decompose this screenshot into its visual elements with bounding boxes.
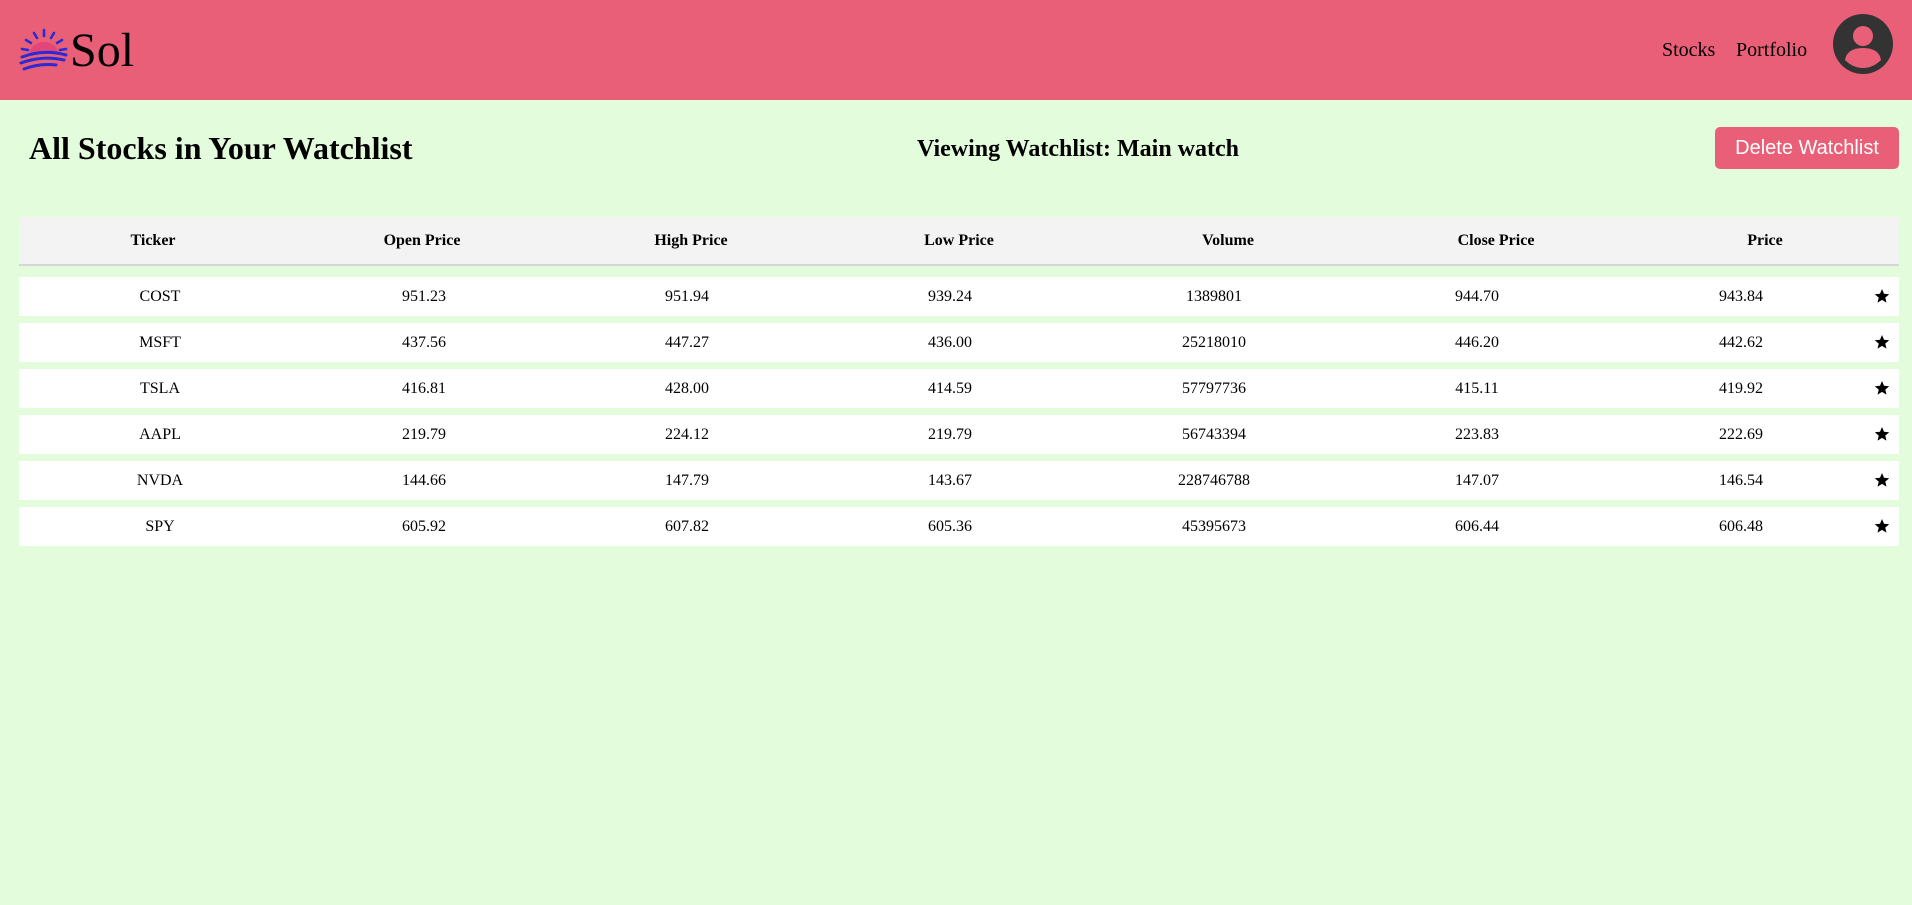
cell-close-price: 147.07 (1455, 472, 1499, 489)
column-header-low-price[interactable]: Low Price (924, 217, 994, 264)
cell-high-price: 607.82 (665, 518, 709, 535)
cell-price: 146.54 (1719, 472, 1763, 489)
table-row[interactable]: AAPL 219.79 224.12 219.79 56743394 223.8… (19, 415, 1899, 454)
star-icon[interactable] (1874, 334, 1890, 350)
app-name: Sol (70, 24, 135, 77)
cell-high-price: 428.00 (665, 380, 709, 397)
delete-watchlist-button[interactable]: Delete Watchlist (1715, 127, 1899, 169)
cell-ticker: NVDA (136, 472, 184, 489)
table-row[interactable]: MSFT 437.56 447.27 436.00 25218010 446.2… (19, 323, 1899, 362)
table-header-row: Ticker Open Price High Price Low Price V… (19, 217, 1899, 266)
nav-link-stocks[interactable]: Stocks (1662, 38, 1715, 62)
cell-volume: 56743394 (1182, 426, 1246, 443)
cell-low-price: 436.00 (928, 334, 972, 351)
cell-open-price: 605.92 (402, 518, 446, 535)
watchlist-table: Ticker Open Price High Price Low Price V… (19, 217, 1899, 546)
cell-volume: 1389801 (1186, 288, 1242, 305)
column-header-open-price[interactable]: Open Price (384, 217, 461, 264)
cell-low-price: 605.36 (928, 518, 972, 535)
cell-price: 419.92 (1719, 380, 1763, 397)
column-header-price[interactable]: Price (1747, 217, 1783, 264)
column-header-close-price[interactable]: Close Price (1458, 217, 1535, 264)
star-icon[interactable] (1874, 288, 1890, 304)
cell-ticker: AAPL (139, 426, 181, 443)
cell-high-price: 224.12 (665, 426, 709, 443)
cell-open-price: 416.81 (402, 380, 446, 397)
table-row[interactable]: COST 951.23 951.94 939.24 1389801 944.70… (19, 277, 1899, 316)
cell-ticker: SPY (145, 518, 175, 535)
top-navbar: Sol Stocks Portfolio (0, 0, 1912, 100)
cell-ticker: COST (139, 288, 181, 305)
cell-high-price: 447.27 (665, 334, 709, 351)
cell-open-price: 144.66 (402, 472, 446, 489)
star-icon[interactable] (1874, 426, 1890, 442)
cell-close-price: 223.83 (1455, 426, 1499, 443)
table-row[interactable]: NVDA 144.66 147.79 143.67 228746788 147.… (19, 461, 1899, 500)
star-icon[interactable] (1874, 518, 1890, 534)
cell-ticker: MSFT (139, 334, 181, 351)
cell-high-price: 147.79 (665, 472, 709, 489)
cell-low-price: 219.79 (928, 426, 972, 443)
cell-price: 943.84 (1719, 288, 1763, 305)
cell-volume: 228746788 (1178, 472, 1250, 489)
cell-open-price: 437.56 (402, 334, 446, 351)
table-row[interactable]: TSLA 416.81 428.00 414.59 57797736 415.1… (19, 369, 1899, 408)
cell-price: 606.48 (1719, 518, 1763, 535)
sun-logo-icon (19, 28, 68, 71)
cell-ticker: TSLA (140, 380, 180, 397)
cell-open-price: 219.79 (402, 426, 446, 443)
star-icon[interactable] (1874, 380, 1890, 396)
cell-low-price: 939.24 (928, 288, 972, 305)
cell-price: 222.69 (1719, 426, 1763, 443)
column-header-ticker[interactable]: Ticker (130, 217, 175, 264)
cell-price: 442.62 (1719, 334, 1763, 351)
cell-volume: 45395673 (1182, 518, 1246, 535)
cell-close-price: 944.70 (1455, 288, 1499, 305)
star-icon[interactable] (1874, 472, 1890, 488)
page-title: All Stocks in Your Watchlist (29, 130, 413, 166)
logo[interactable]: Sol (18, 20, 134, 80)
cell-open-price: 951.23 (402, 288, 446, 305)
cell-low-price: 143.67 (928, 472, 972, 489)
cell-close-price: 415.11 (1455, 380, 1499, 397)
watchlist-name-label: Viewing Watchlist: Main watch (917, 136, 1239, 162)
user-avatar-icon[interactable] (1833, 14, 1893, 74)
cell-close-price: 606.44 (1455, 518, 1499, 535)
cell-low-price: 414.59 (928, 380, 972, 397)
column-header-high-price[interactable]: High Price (654, 217, 727, 264)
cell-close-price: 446.20 (1455, 334, 1499, 351)
table-row[interactable]: SPY 605.92 607.82 605.36 45395673 606.44… (19, 507, 1899, 546)
cell-volume: 25218010 (1182, 334, 1246, 351)
column-header-volume[interactable]: Volume (1202, 217, 1254, 264)
cell-volume: 57797736 (1182, 380, 1246, 397)
nav-link-portfolio[interactable]: Portfolio (1736, 38, 1807, 62)
cell-high-price: 951.94 (665, 288, 709, 305)
